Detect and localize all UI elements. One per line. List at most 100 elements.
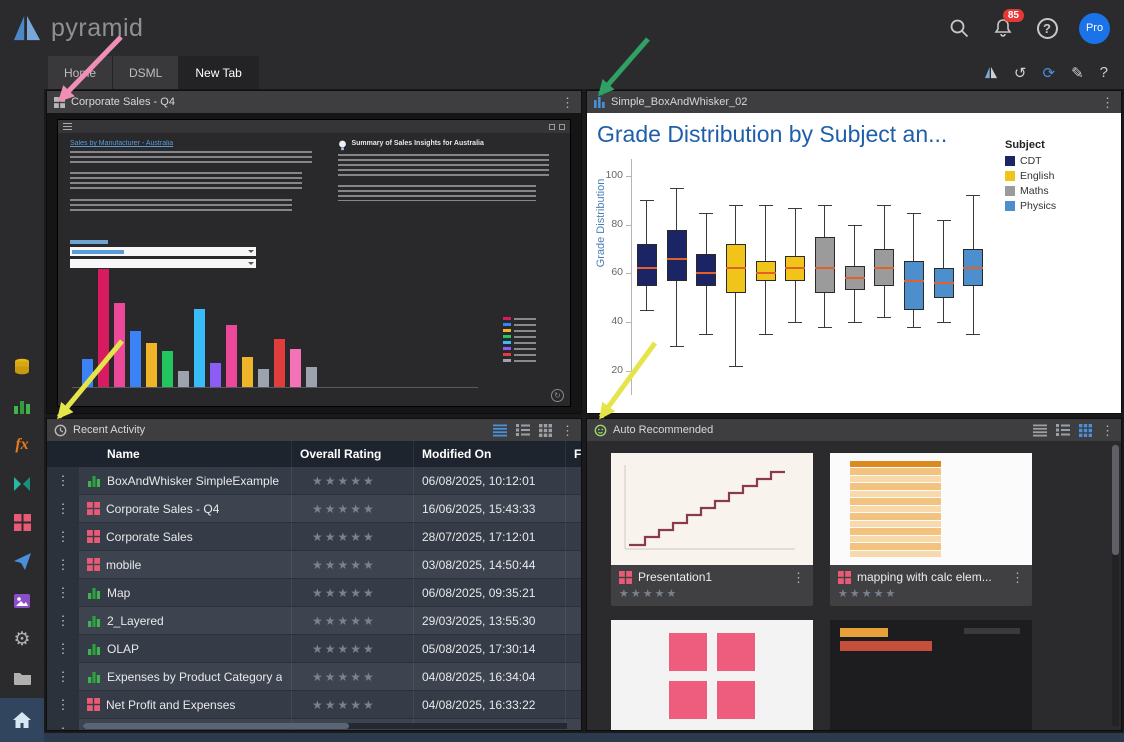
- tab-new-tab[interactable]: New Tab: [179, 56, 258, 89]
- legend-item[interactable]: Maths: [1005, 185, 1113, 197]
- tab-help-button[interactable]: ?: [1100, 64, 1108, 81]
- row-menu-button[interactable]: ⋮: [57, 529, 70, 545]
- preview-bar: [306, 367, 317, 387]
- panel-menu-button[interactable]: ⋮: [561, 424, 574, 437]
- vertical-scrollbar[interactable]: [1112, 445, 1119, 726]
- auto-recommended-header[interactable]: Auto Recommended: [587, 419, 1121, 441]
- tab-bar-tabs: HomeDSMLNew Tab: [48, 56, 259, 89]
- column-header-rating[interactable]: Overall Rating: [291, 441, 413, 467]
- column-header-name[interactable]: Name: [79, 441, 291, 467]
- auto-recommended-cards: Presentation1⋮★★★★★mapping with calc ele…: [611, 453, 1032, 730]
- avatar[interactable]: Pro: [1079, 13, 1110, 44]
- row-menu-button[interactable]: ⋮: [57, 697, 70, 713]
- bottom-resize-strip[interactable]: [44, 733, 1124, 742]
- view-detail-button[interactable]: [1056, 424, 1070, 436]
- sidebar-item-admin[interactable]: ⚙: [0, 620, 44, 659]
- refresh-button[interactable]: ⟳: [1043, 64, 1056, 82]
- panel-menu-button[interactable]: ⋮: [1101, 96, 1114, 109]
- table-row[interactable]: ⋮BoxAndWhisker SimpleExample★★★★★06/08/2…: [47, 467, 581, 495]
- sidebar-item-present[interactable]: [0, 503, 44, 542]
- sidebar-item-discover[interactable]: [0, 386, 44, 425]
- box-english[interactable]: [756, 261, 776, 280]
- sidebar-item-illustrate[interactable]: [0, 581, 44, 620]
- search-button[interactable]: [947, 16, 971, 40]
- rating-stars[interactable]: ★★★★★: [300, 670, 376, 684]
- row-menu-button[interactable]: ⋮: [57, 473, 70, 489]
- row-menu-button[interactable]: ⋮: [57, 585, 70, 601]
- rating-stars[interactable]: ★★★★★: [611, 584, 813, 606]
- card-menu-button[interactable]: ⋮: [792, 571, 805, 584]
- row-menu-button[interactable]: ⋮: [57, 725, 70, 731]
- help-button[interactable]: ?: [1035, 16, 1059, 40]
- rating-stars[interactable]: ★★★★★: [300, 698, 376, 712]
- corporate-sales-header[interactable]: Corporate Sales - Q4 ⋮: [47, 91, 581, 113]
- table-header: Name Overall Rating Modified On F: [47, 441, 581, 467]
- table-row[interactable]: ⋮Corporate Sales - Q4★★★★★16/06/2025, 15…: [47, 495, 581, 523]
- preview-refresh-icon[interactable]: ↻: [551, 389, 564, 402]
- table-row[interactable]: ⋮Map★★★★★06/08/2025, 09:35:21: [47, 579, 581, 607]
- legend-item[interactable]: Physics: [1005, 200, 1113, 212]
- view-detail-button[interactable]: [516, 424, 530, 436]
- table-row[interactable]: ⋮2_Layered★★★★★29/03/2025, 13:55:30: [47, 607, 581, 635]
- box-cdt[interactable]: [696, 254, 716, 286]
- row-menu-button[interactable]: ⋮: [57, 557, 70, 573]
- sidebar-item-publish[interactable]: [0, 542, 44, 581]
- box-cdt[interactable]: [667, 230, 687, 281]
- list-view-icon: [1033, 424, 1047, 437]
- recent-activity-header[interactable]: Recent Activity: [47, 419, 581, 441]
- legend-item[interactable]: English: [1005, 170, 1113, 182]
- row-menu-button[interactable]: ⋮: [57, 669, 70, 685]
- panel-menu-button[interactable]: ⋮: [1101, 424, 1114, 437]
- tab-dsml[interactable]: DSML: [113, 56, 179, 89]
- row-menu-button[interactable]: ⋮: [57, 641, 70, 657]
- scrollbar-thumb[interactable]: [1112, 445, 1119, 555]
- rating-stars[interactable]: ★★★★★: [300, 502, 376, 516]
- recommended-card[interactable]: ⋮: [830, 620, 1032, 730]
- sidebar-item-formulate[interactable]: fx: [0, 425, 44, 464]
- row-menu-button[interactable]: ⋮: [57, 501, 70, 517]
- pyramid-glyph-button[interactable]: [984, 66, 998, 79]
- table-row[interactable]: ⋮mobile★★★★★03/08/2025, 14:50:44: [47, 551, 581, 579]
- recommended-card[interactable]: mapping with calc elem...⋮★★★★★: [830, 453, 1032, 606]
- tab-home[interactable]: Home: [48, 56, 113, 89]
- sidebar-item-content[interactable]: [0, 659, 44, 698]
- card-menu-button[interactable]: ⋮: [1011, 571, 1024, 584]
- view-list-button[interactable]: [493, 424, 507, 437]
- table-row[interactable]: ⋮Expenses by Product Category a★★★★★04/0…: [47, 663, 581, 691]
- table-row[interactable]: ⋮Corporate Sales★★★★★28/07/2025, 17:12:0…: [47, 523, 581, 551]
- column-header-folder[interactable]: F: [565, 441, 581, 467]
- undo-button[interactable]: ↺: [1014, 64, 1027, 82]
- box-maths[interactable]: [815, 237, 835, 293]
- row-menu-button[interactable]: ⋮: [57, 613, 70, 629]
- table-row[interactable]: ⋮Net Profit and Expenses★★★★★04/08/2025,…: [47, 691, 581, 719]
- horizontal-scrollbar[interactable]: [83, 723, 567, 729]
- view-grid-button[interactable]: [1079, 424, 1092, 437]
- rating-stars[interactable]: ★★★★★: [300, 586, 376, 600]
- rating-stars[interactable]: ★★★★★: [830, 584, 1032, 606]
- view-list-button[interactable]: [1033, 424, 1047, 437]
- dashboard-preview[interactable]: Sales by Manufacturer - Australia Summar…: [57, 119, 571, 407]
- edit-button[interactable]: ✎: [1071, 64, 1084, 82]
- modified-on: 04/08/2025, 16:34:04: [413, 663, 565, 690]
- box-whisker-header[interactable]: Simple_BoxAndWhisker_02 ⋮: [587, 91, 1121, 113]
- recent-activity-clock-icon: [54, 424, 67, 437]
- rating-stars[interactable]: ★★★★★: [300, 530, 376, 544]
- rating-stars[interactable]: ★★★★★: [300, 558, 376, 572]
- table-row[interactable]: ⋮OLAP★★★★★05/08/2025, 17:30:14: [47, 635, 581, 663]
- column-header-modified[interactable]: Modified On: [413, 441, 565, 467]
- rating-stars[interactable]: ★★★★★: [300, 642, 376, 656]
- notifications-button[interactable]: 85: [991, 16, 1015, 40]
- view-grid-button[interactable]: [539, 424, 552, 437]
- box-cdt[interactable]: [637, 244, 657, 285]
- rating-stars[interactable]: ★★★★★: [300, 474, 376, 488]
- recommended-card[interactable]: Presentation1⋮★★★★★: [611, 453, 813, 606]
- scrollbar-thumb[interactable]: [83, 723, 349, 729]
- sidebar-item-model[interactable]: [0, 347, 44, 386]
- box-physics[interactable]: [904, 261, 924, 310]
- sidebar-item-home[interactable]: [0, 698, 44, 742]
- rating-stars[interactable]: ★★★★★: [300, 614, 376, 628]
- sidebar-item-tabulate[interactable]: [0, 464, 44, 503]
- legend-item[interactable]: CDT: [1005, 155, 1113, 167]
- panel-menu-button[interactable]: ⋮: [561, 96, 574, 109]
- recommended-card[interactable]: ⋮: [611, 620, 813, 730]
